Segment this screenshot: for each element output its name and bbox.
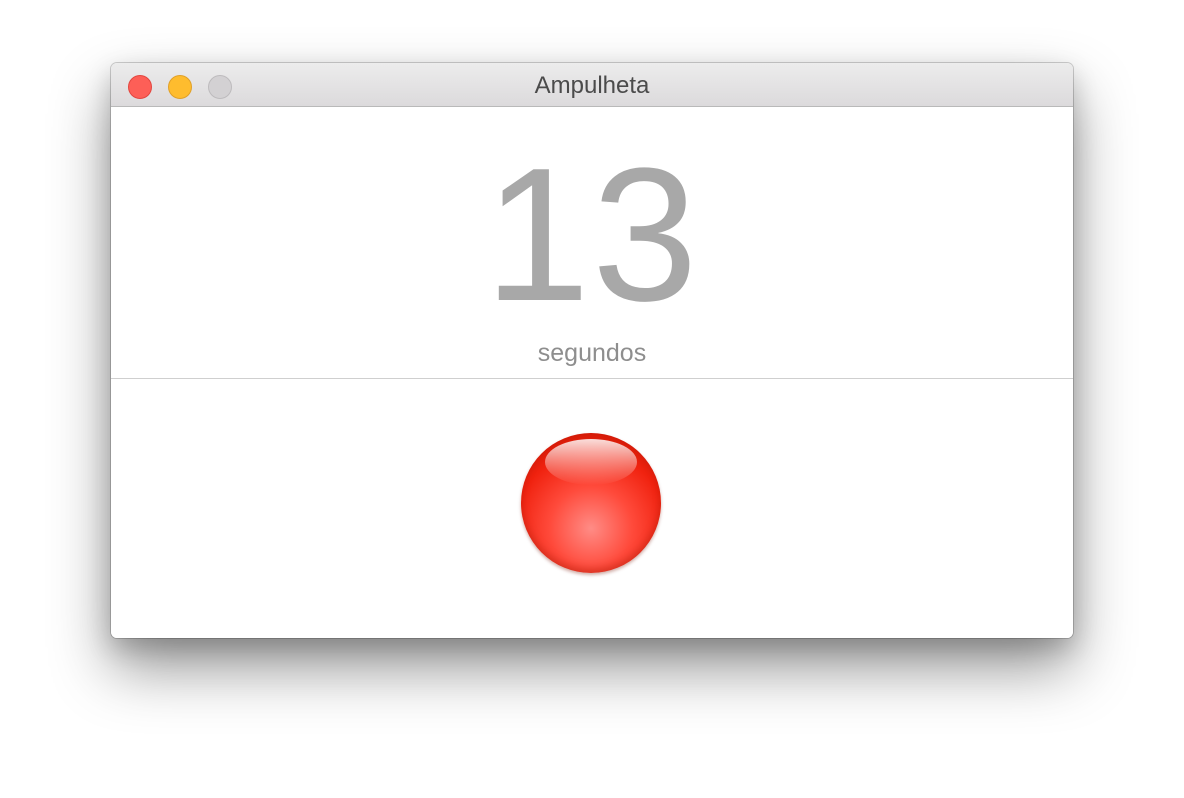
countdown-unit-label: segundos [537, 339, 647, 367]
title-bar[interactable]: Ampulheta [111, 63, 1073, 107]
red-orb-button[interactable] [521, 433, 661, 573]
divider [111, 378, 1073, 379]
window-title: Ampulheta [534, 72, 650, 99]
desktop-background: Ampulheta 13 segundos [0, 0, 1184, 798]
orb-highlight [545, 439, 637, 485]
timer-panel: 13 segundos [111, 107, 1073, 638]
countdown-value: 13 [484, 129, 700, 341]
app-window: Ampulheta 13 segundos [111, 63, 1073, 638]
